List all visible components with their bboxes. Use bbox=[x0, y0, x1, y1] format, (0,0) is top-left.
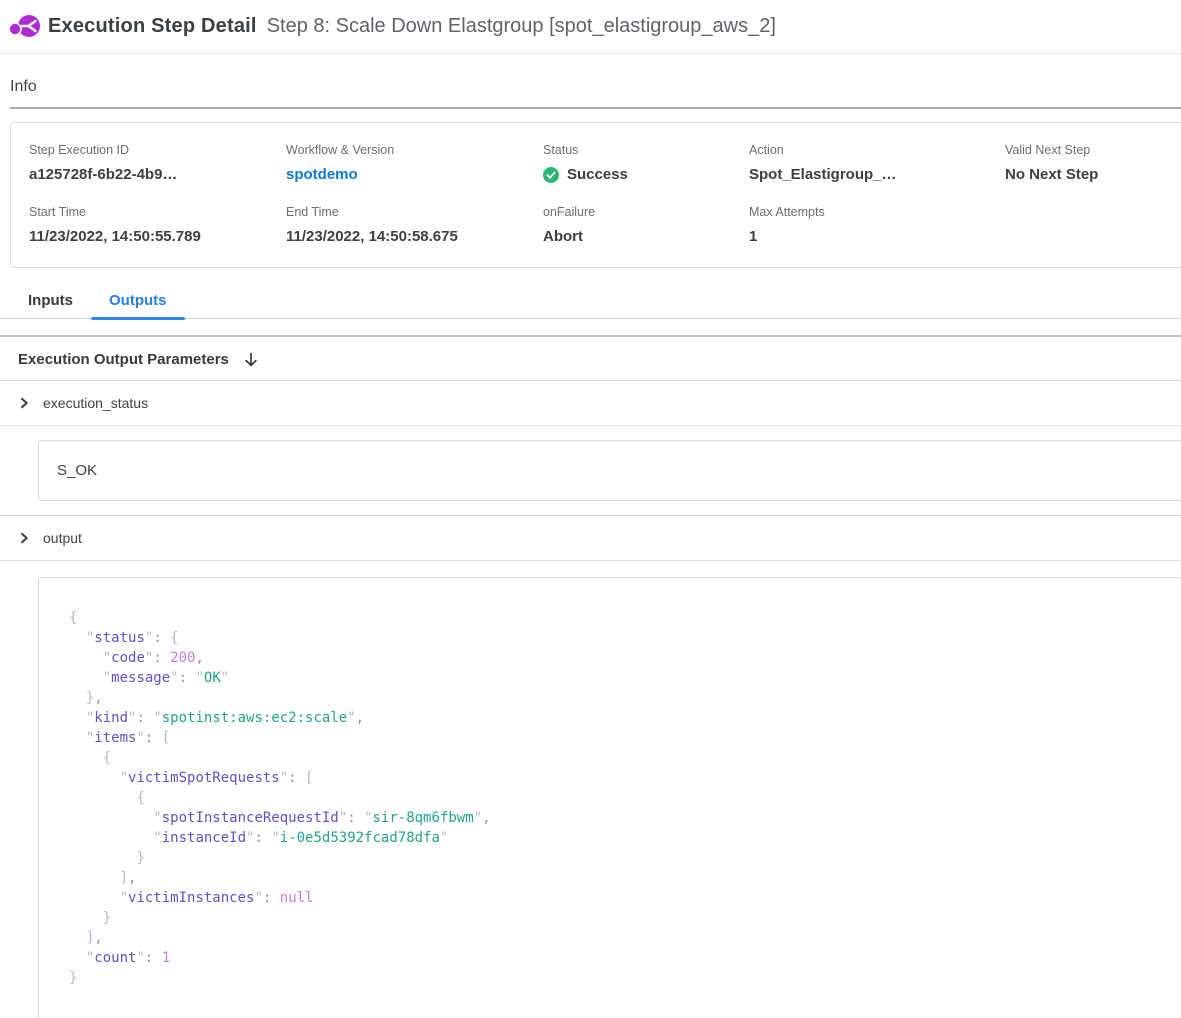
output-code: { "status": { "code": 200, "message": "O… bbox=[69, 608, 1154, 988]
tab-outputs[interactable]: Outputs bbox=[91, 286, 185, 318]
field-value: 11/23/2022, 14:50:58.675 bbox=[286, 228, 543, 245]
param-name: output bbox=[43, 530, 82, 546]
success-check-icon bbox=[543, 167, 559, 183]
workflow-brand-logo-icon bbox=[8, 12, 42, 42]
info-card: Step Execution ID a125728f-6b22-4b9… Wor… bbox=[10, 122, 1181, 268]
param-name: execution_status bbox=[43, 395, 148, 411]
field-valid-next-step: Valid Next Step No Next Step bbox=[1005, 143, 1181, 183]
field-value: 11/23/2022, 14:50:55.789 bbox=[29, 228, 286, 245]
field-label: Status bbox=[543, 143, 749, 157]
field-value: No Next Step bbox=[1005, 166, 1181, 183]
field-step-execution-id: Step Execution ID a125728f-6b22-4b9… bbox=[29, 143, 286, 183]
field-label: Max Attempts bbox=[749, 205, 1005, 219]
field-start-time: Start Time 11/23/2022, 14:50:55.789 bbox=[29, 205, 286, 245]
field-value: Abort bbox=[543, 228, 749, 245]
param-row-execution-status[interactable]: execution_status bbox=[0, 381, 1181, 426]
field-action: Action Spot_Elastigroup_… bbox=[749, 143, 1005, 183]
execution-status-value-box: S_OK bbox=[38, 440, 1181, 501]
chevron-right-icon bbox=[18, 397, 30, 409]
tab-inputs[interactable]: Inputs bbox=[10, 286, 91, 318]
field-end-time: End Time 11/23/2022, 14:50:58.675 bbox=[286, 205, 543, 245]
workflow-link[interactable]: spotdemo bbox=[286, 166, 543, 183]
chevron-right-icon bbox=[18, 532, 30, 544]
page-subtitle: Step 8: Scale Down Elastgroup [spot_elas… bbox=[267, 15, 776, 38]
field-max-attempts: Max Attempts 1 bbox=[749, 205, 1005, 245]
field-value: Spot_Elastigroup_… bbox=[749, 166, 1005, 183]
field-label: Valid Next Step bbox=[1005, 143, 1181, 157]
execution-output-parameters-heading: Execution Output Parameters bbox=[0, 337, 1181, 381]
download-arrow-icon[interactable] bbox=[243, 352, 259, 368]
field-label: Step Execution ID bbox=[29, 143, 286, 157]
output-code-box: { "status": { "code": 200, "message": "O… bbox=[38, 577, 1181, 1018]
field-workflow-version: Workflow & Version spotdemo bbox=[286, 143, 543, 183]
field-label: Action bbox=[749, 143, 1005, 157]
param-row-output[interactable]: output bbox=[0, 516, 1181, 561]
field-value: a125728f-6b22-4b9… bbox=[29, 166, 286, 183]
field-label: Workflow & Version bbox=[286, 143, 543, 157]
page-header: Execution Step Detail Step 8: Scale Down… bbox=[0, 0, 1181, 54]
field-label: onFailure bbox=[543, 205, 749, 219]
field-onfailure: onFailure Abort bbox=[543, 205, 749, 245]
field-status: Status Success bbox=[543, 143, 749, 183]
outputs-heading-label: Execution Output Parameters bbox=[18, 351, 229, 368]
inputs-outputs-tabs: Inputs Outputs bbox=[0, 286, 1181, 319]
page-title: Execution Step Detail bbox=[48, 15, 257, 38]
field-label: Start Time bbox=[29, 205, 286, 219]
field-label: End Time bbox=[286, 205, 543, 219]
info-section-label: Info bbox=[10, 78, 1181, 109]
status-badge: Success bbox=[567, 166, 628, 183]
field-value: 1 bbox=[749, 228, 1005, 245]
